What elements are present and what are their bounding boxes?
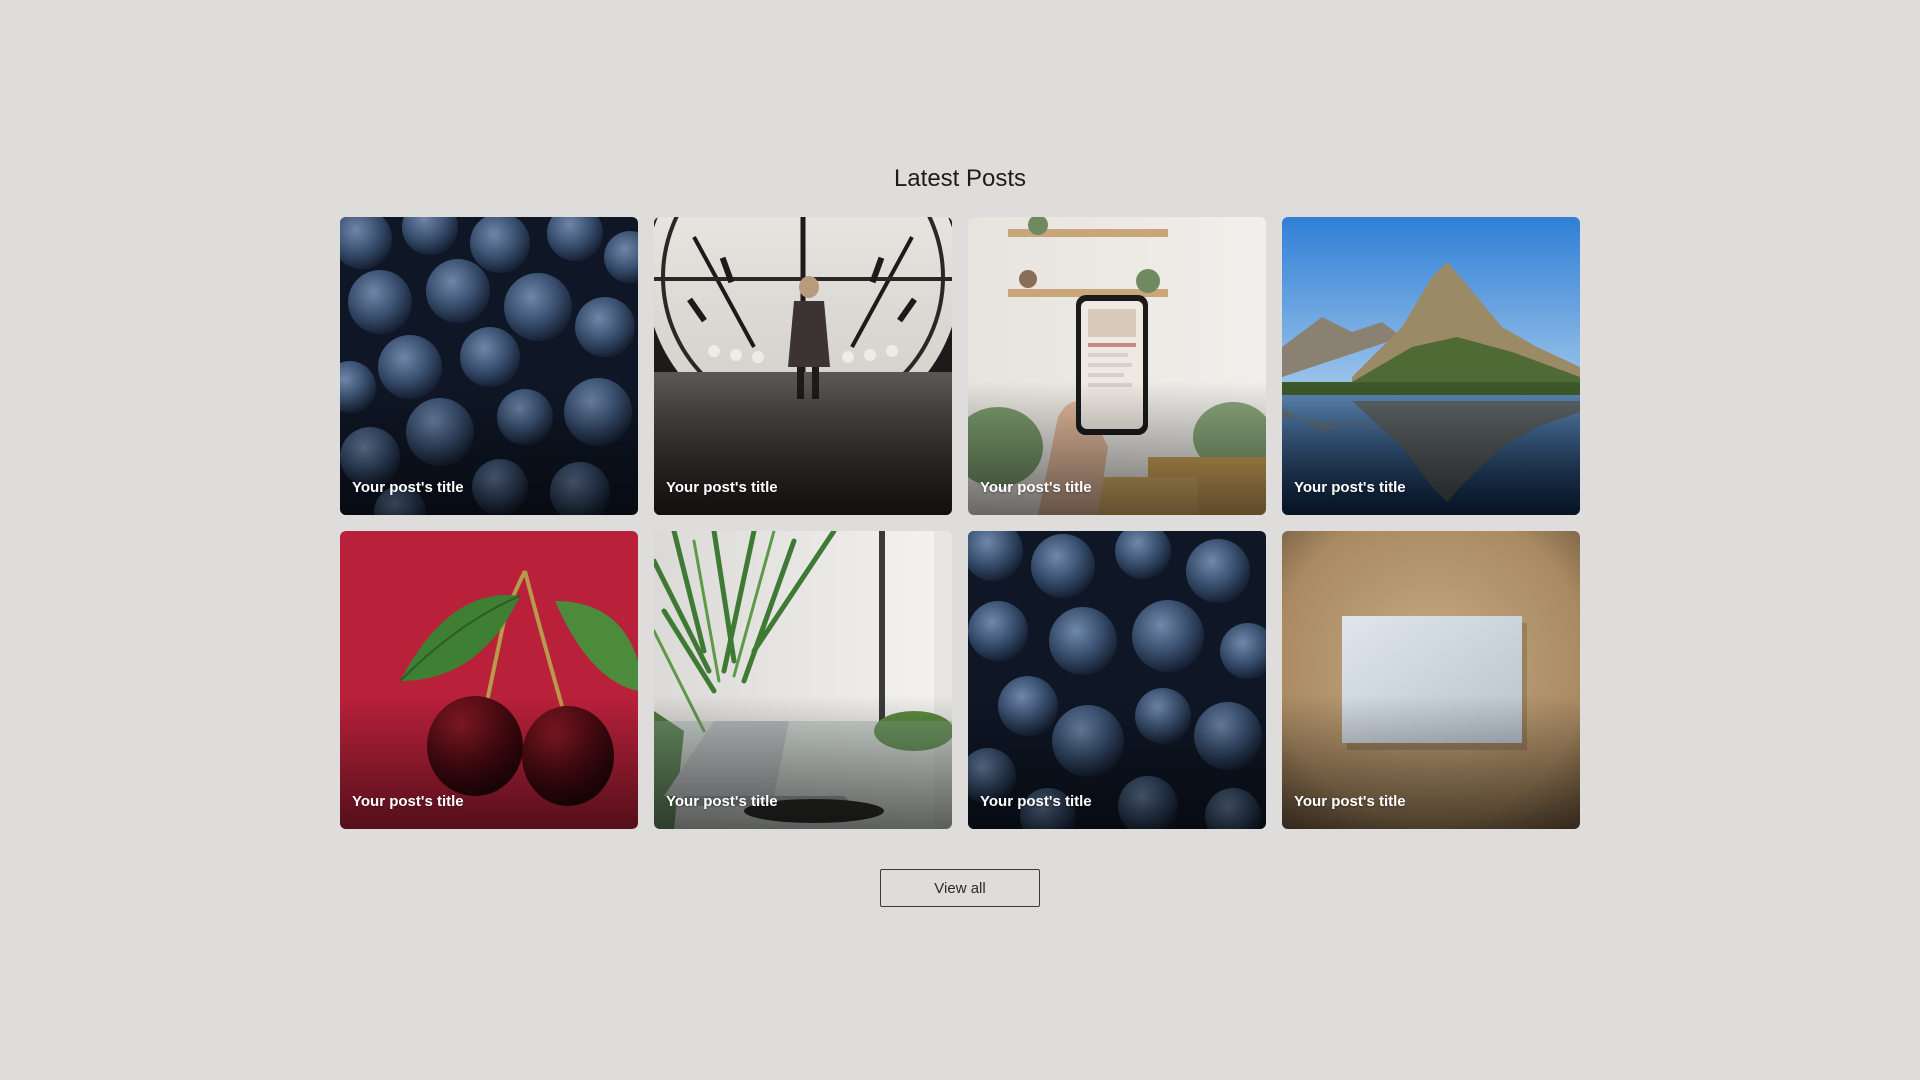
post-title[interactable]: Your post's title [1294,792,1406,812]
post-card[interactable]: Your post's title [654,531,952,829]
post-title[interactable]: Your post's title [980,792,1092,812]
post-title[interactable]: Your post's title [666,478,778,498]
post-title[interactable]: Your post's title [980,478,1092,498]
post-title[interactable]: Your post's title [352,792,464,812]
post-card[interactable]: Your post's title [340,531,638,829]
post-card[interactable]: Your post's title [1282,217,1580,515]
post-card[interactable]: Your post's title [968,531,1266,829]
posts-grid: Your post's title Your post's title Your… [340,217,1581,829]
latest-posts-page: Latest Posts Your post's title Your post… [0,0,1920,1080]
post-title[interactable]: Your post's title [1294,478,1406,498]
post-card[interactable]: Your post's title [1282,531,1580,829]
mountain-lake-image [1282,217,1580,515]
view-all-button[interactable]: View all [880,869,1040,907]
post-card[interactable]: Your post's title [654,217,952,515]
phone-in-hand-image [968,217,1266,515]
blank-card-image [1282,531,1580,829]
post-card[interactable]: Your post's title [340,217,638,515]
cherries-image [340,531,638,829]
blueberries-image [968,531,1266,829]
section-title: Latest Posts [893,165,1027,192]
blueberries-image [340,217,638,515]
post-title[interactable]: Your post's title [666,792,778,812]
laptop-palm-image [654,531,952,829]
clock-window-image [654,217,952,515]
post-card[interactable]: Your post's title [968,217,1266,515]
post-title[interactable]: Your post's title [352,478,464,498]
